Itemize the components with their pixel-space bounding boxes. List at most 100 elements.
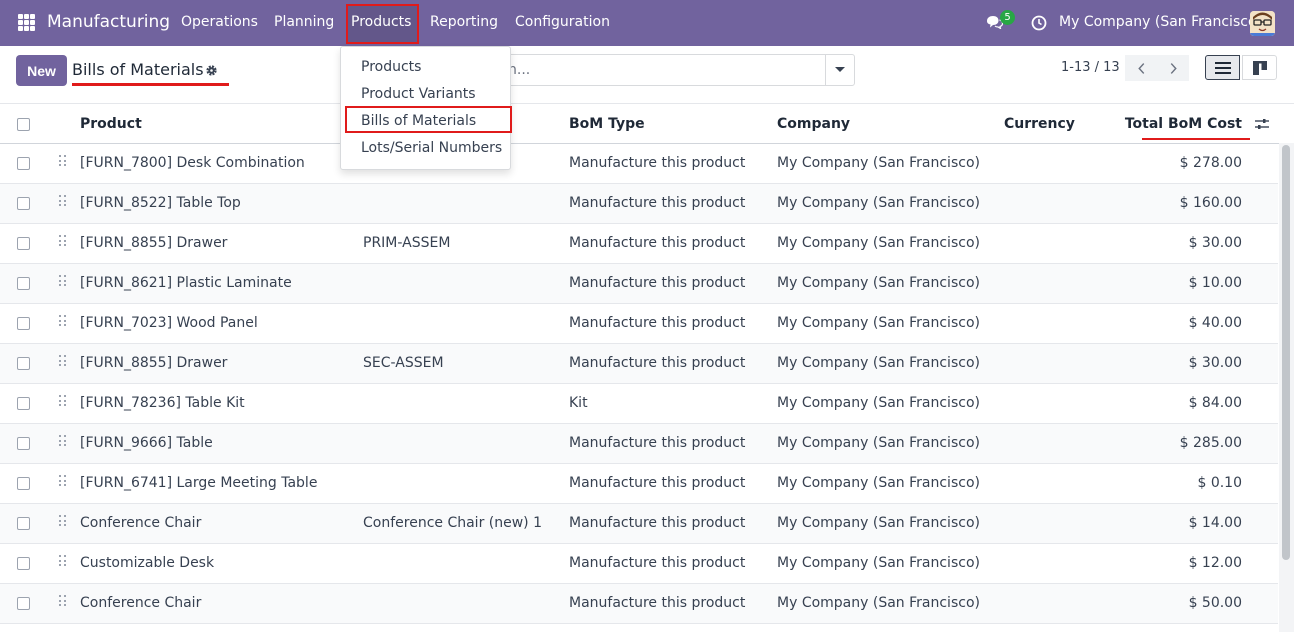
menu-item-product-variants[interactable]: Product Variants: [361, 86, 476, 102]
table-row[interactable]: [FURN_8855] Drawer SEC-ASSEM Manufacture t…: [0, 344, 1278, 384]
cell-product: [FURN_8522] Table Top: [80, 195, 241, 211]
cell-bom-type: Manufacture this product: [569, 315, 746, 331]
scrollbar-thumb[interactable]: [1282, 145, 1290, 560]
search-placeholder: h...: [508, 62, 531, 78]
cell-product: [FURN_78236] Table Kit: [80, 395, 245, 411]
column-header-product[interactable]: Product: [80, 116, 142, 132]
table-row[interactable]: [FURN_78236] Table Kit Kit My Company (San…: [0, 384, 1278, 424]
drag-handle-icon[interactable]: [59, 435, 66, 448]
menu-operations[interactable]: Operations: [181, 14, 258, 30]
column-header-currency[interactable]: Currency: [1004, 116, 1075, 132]
cell-product: [FURN_9666] Table: [80, 435, 213, 451]
cell-bom-type: Manufacture this product: [569, 475, 746, 491]
drag-handle-icon[interactable]: [59, 475, 66, 488]
cell-total-bom-cost: $ 84.00: [1188, 395, 1242, 411]
menu-item-products[interactable]: Products: [361, 59, 421, 75]
row-checkbox[interactable]: [17, 197, 30, 210]
clock-icon[interactable]: [1031, 15, 1047, 31]
kanban-view-icon: [1252, 60, 1267, 75]
menu-item-lots-serial-numbers[interactable]: Lots/Serial Numbers: [361, 140, 502, 156]
row-checkbox[interactable]: [17, 397, 30, 410]
kanban-view-button[interactable]: [1242, 55, 1277, 80]
cell-reference: SEC-ASSEM: [363, 355, 444, 371]
pager-next-button[interactable]: [1157, 55, 1189, 81]
column-options-icon[interactable]: [1255, 118, 1269, 130]
drag-handle-icon[interactable]: [59, 595, 66, 608]
list-view-icon: [1214, 61, 1231, 74]
user-avatar[interactable]: [1250, 11, 1275, 36]
drag-handle-icon[interactable]: [59, 275, 66, 288]
search-input[interactable]: [505, 54, 855, 86]
cell-bom-type: Manufacture this product: [569, 235, 746, 251]
row-checkbox[interactable]: [17, 437, 30, 450]
list-view-button[interactable]: [1205, 55, 1240, 80]
title-annotation-underline: [72, 83, 229, 86]
cell-product: [FURN_6741] Large Meeting Table: [80, 475, 318, 491]
drag-handle-icon[interactable]: [59, 195, 66, 208]
column-header-company[interactable]: Company: [777, 116, 850, 132]
table-row[interactable]: [FURN_6741] Large Meeting Table Manufactu…: [0, 464, 1278, 504]
cell-reference: Conference Chair (new) 1: [363, 515, 542, 531]
chevron-right-icon: [1170, 62, 1177, 74]
column-header-bom-type[interactable]: BoM Type: [569, 116, 645, 132]
new-button[interactable]: New: [16, 55, 67, 86]
cell-company: My Company (San Francisco): [777, 315, 980, 331]
row-checkbox[interactable]: [17, 557, 30, 570]
row-checkbox[interactable]: [17, 357, 30, 370]
table-row[interactable]: [FURN_8621] Plastic Laminate Manufacture …: [0, 264, 1278, 304]
apps-grid-icon[interactable]: [18, 14, 35, 31]
table-row[interactable]: Customizable Desk Manufacture this produc…: [0, 544, 1278, 584]
row-checkbox[interactable]: [17, 517, 30, 530]
row-checkbox[interactable]: [17, 477, 30, 490]
cell-total-bom-cost: $ 30.00: [1188, 355, 1242, 371]
search-options-caret-icon[interactable]: [835, 67, 845, 72]
top-navbar: Manufacturing Operations Planning Produc…: [0, 0, 1294, 46]
cell-bom-type: Manufacture this product: [569, 155, 746, 171]
menu-item-bills-of-materials[interactable]: Bills of Materials: [361, 113, 476, 129]
row-checkbox[interactable]: [17, 317, 30, 330]
chevron-left-icon: [1137, 62, 1144, 74]
drag-handle-icon[interactable]: [59, 155, 66, 168]
drag-handle-icon[interactable]: [59, 355, 66, 368]
table-row[interactable]: [FURN_8522] Table Top Manufacture this pr…: [0, 184, 1278, 224]
cell-total-bom-cost: $ 14.00: [1188, 515, 1242, 531]
cell-product: Conference Chair: [80, 515, 202, 531]
pager-value[interactable]: 1-13 / 13: [1061, 60, 1120, 75]
drag-handle-icon[interactable]: [59, 515, 66, 528]
table-row[interactable]: [FURN_8855] Drawer PRIM-ASSEM Manufacture …: [0, 224, 1278, 264]
cell-total-bom-cost: $ 40.00: [1188, 315, 1242, 331]
row-checkbox[interactable]: [17, 157, 30, 170]
menu-planning[interactable]: Planning: [274, 14, 334, 30]
cell-total-bom-cost: $ 160.00: [1179, 195, 1242, 211]
table-row[interactable]: [FURN_9666] Table Manufacture this produc…: [0, 424, 1278, 464]
row-checkbox[interactable]: [17, 597, 30, 610]
cell-bom-type: Manufacture this product: [569, 195, 746, 211]
table-row[interactable]: [FURN_7023] Wood Panel Manufacture this p…: [0, 304, 1278, 344]
table-row[interactable]: [FURN_7800] Desk Combination Manufacture …: [0, 144, 1278, 184]
cell-bom-type: Manufacture this product: [569, 435, 746, 451]
menu-configuration[interactable]: Configuration: [515, 14, 610, 30]
menu-reporting[interactable]: Reporting: [430, 14, 498, 30]
row-checkbox[interactable]: [17, 237, 30, 250]
select-all-checkbox[interactable]: [17, 118, 30, 131]
drag-handle-icon[interactable]: [59, 315, 66, 328]
app-brand[interactable]: Manufacturing: [47, 12, 170, 32]
table-row[interactable]: Conference Chair Conference Chair (new) 1…: [0, 504, 1278, 544]
menu-products[interactable]: Products: [351, 14, 411, 30]
cell-company: My Company (San Francisco): [777, 155, 980, 171]
cell-company: My Company (San Francisco): [777, 515, 980, 531]
cell-product: [FURN_8621] Plastic Laminate: [80, 275, 292, 291]
pager-previous-button[interactable]: [1125, 55, 1157, 81]
drag-handle-icon[interactable]: [59, 235, 66, 248]
drag-handle-icon[interactable]: [59, 555, 66, 568]
drag-handle-icon[interactable]: [59, 395, 66, 408]
table-row[interactable]: Conference Chair Manufacture this product…: [0, 584, 1278, 624]
cell-product: Conference Chair: [80, 595, 202, 611]
column-header-total-bom-cost[interactable]: Total BoM Cost: [1125, 116, 1242, 132]
cell-bom-type: Manufacture this product: [569, 595, 746, 611]
gear-icon[interactable]: [205, 64, 218, 77]
cell-total-bom-cost: $ 12.00: [1188, 555, 1242, 571]
cell-product: [FURN_8855] Drawer: [80, 235, 228, 251]
row-checkbox[interactable]: [17, 277, 30, 290]
company-switcher[interactable]: My Company (San Francisco): [1059, 14, 1262, 30]
